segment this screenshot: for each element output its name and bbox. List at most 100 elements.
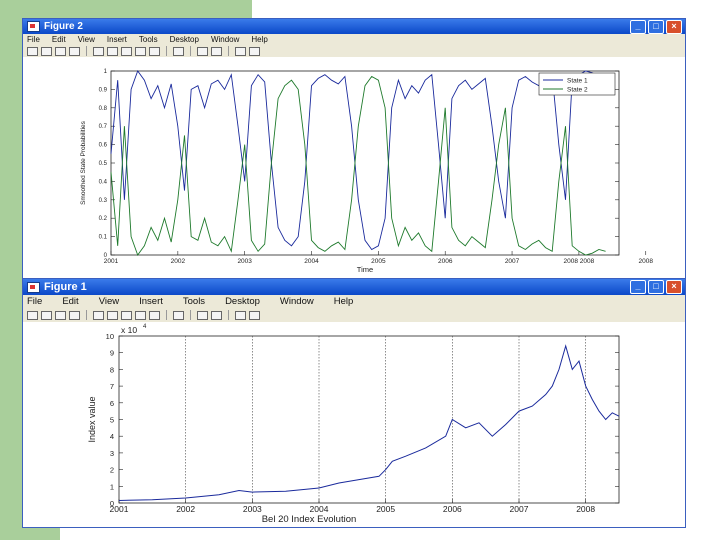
show-plot-tools-icon[interactable] <box>249 310 260 320</box>
x-tick-label: 2002 <box>176 504 195 514</box>
data-cursor-icon[interactable] <box>173 46 184 56</box>
menu-help[interactable]: Help <box>334 296 354 307</box>
x-tick-label: 2007 <box>505 258 520 265</box>
x-tick-label: 2001 <box>104 258 119 265</box>
zoom-in-icon[interactable] <box>107 310 118 320</box>
x-tick-label: 2002 <box>171 258 186 265</box>
menu-window[interactable]: Window <box>280 296 314 307</box>
matlab-figure-icon <box>27 21 40 32</box>
x-axis-label: Time <box>357 265 373 274</box>
menu-help[interactable]: Help <box>251 35 267 44</box>
matlab-figure-icon <box>27 281 40 293</box>
menu-edit[interactable]: Edit <box>62 296 78 307</box>
figure1-window: Figure 1 _ □ × File Edit View Insert Too… <box>22 278 686 528</box>
rotate-icon[interactable] <box>149 310 160 320</box>
close-icon[interactable]: × <box>666 20 682 34</box>
pan-icon[interactable] <box>135 310 146 320</box>
figure2-window: Figure 2 _ □ × File Edit View Insert Too… <box>22 18 686 280</box>
hide-plot-tools-icon[interactable] <box>235 310 246 320</box>
toolbar-separator <box>190 310 191 320</box>
menu-window[interactable]: Window <box>211 35 239 44</box>
rotate-icon[interactable] <box>149 46 160 56</box>
toolbar-separator <box>86 46 87 56</box>
legend-icon[interactable] <box>211 310 222 320</box>
colorbar-icon[interactable] <box>197 310 208 320</box>
menu-insert[interactable]: Insert <box>139 296 163 307</box>
menu-view[interactable]: View <box>99 296 119 307</box>
zoom-in-icon[interactable] <box>107 46 118 56</box>
save-icon[interactable] <box>55 46 66 56</box>
x-tick-label: 2005 <box>371 258 386 265</box>
menu-insert[interactable]: Insert <box>107 35 127 44</box>
toolbar-separator <box>228 310 229 320</box>
index-evolution-chart: 2001 2002 2003 2004 2005 2006 2007 200801234567… <box>87 324 620 525</box>
minimize-icon[interactable]: _ <box>630 280 646 294</box>
menu-edit[interactable]: Edit <box>52 35 66 44</box>
y-tick-label: 1 <box>110 482 114 491</box>
zoom-out-icon[interactable] <box>121 46 132 56</box>
x-tick-label: 2006 <box>443 504 462 514</box>
print-icon[interactable] <box>69 310 80 320</box>
y-tick-label: 3 <box>110 449 114 458</box>
menu-file[interactable]: File <box>27 296 42 307</box>
y-tick-label: 7 <box>110 382 114 391</box>
close-icon[interactable]: × <box>666 280 682 294</box>
new-figure-icon[interactable] <box>27 46 38 56</box>
save-icon[interactable] <box>55 310 66 320</box>
zoom-out-icon[interactable] <box>121 310 132 320</box>
menu-desktop[interactable]: Desktop <box>170 35 199 44</box>
figure1-menubar: File Edit View Insert Tools Desktop Wind… <box>23 295 685 308</box>
edit-plot-icon[interactable] <box>93 310 104 320</box>
y-tick-label: 0.9 <box>99 87 108 93</box>
menu-file[interactable]: File <box>27 35 40 44</box>
colorbar-icon[interactable] <box>197 46 208 56</box>
x-tick-label: 2006 <box>438 258 453 265</box>
menu-desktop[interactable]: Desktop <box>225 296 260 307</box>
y-tick-label: 10 <box>106 332 114 341</box>
y-tick-label: 0.5 <box>99 161 108 167</box>
x-tick-label: 2008 <box>639 258 654 265</box>
figure1-plot-area: 2001 2002 2003 2004 2005 2006 2007 2008 0 1 2 3 4 5 6 7… <box>23 322 685 527</box>
y-tick-label: 5 <box>110 416 114 425</box>
menu-tools[interactable]: Tools <box>183 296 205 307</box>
maximize-icon[interactable]: □ <box>648 280 664 294</box>
show-plot-tools-icon[interactable] <box>249 46 260 56</box>
edit-plot-icon[interactable] <box>93 46 104 56</box>
y-axis-label: Index value <box>87 396 97 442</box>
legend-icon[interactable] <box>211 46 222 56</box>
data-cursor-icon[interactable] <box>173 310 184 320</box>
y-tick-label: 4 <box>110 432 114 441</box>
pan-icon[interactable] <box>135 46 146 56</box>
minimize-icon[interactable]: _ <box>630 20 646 34</box>
figure1-titlebar[interactable]: Figure 1 _ □ × <box>23 279 685 295</box>
open-file-icon[interactable] <box>41 310 52 320</box>
x-axis-label: Bel 20 Index Evolution <box>262 514 357 525</box>
new-figure-icon[interactable] <box>27 310 38 320</box>
print-icon[interactable] <box>69 46 80 56</box>
y-tick-label: 1 <box>104 69 108 75</box>
y-tick-label: 0.8 <box>99 106 108 112</box>
slide-accent-left <box>0 18 22 540</box>
maximize-icon[interactable]: □ <box>648 20 664 34</box>
y-tick-label: 0.3 <box>99 198 108 204</box>
open-file-icon[interactable] <box>41 46 52 56</box>
figure2-titlebar[interactable]: Figure 2 _ □ × <box>23 19 685 34</box>
hide-plot-tools-icon[interactable] <box>235 46 246 56</box>
figure1-window-controls: _ □ × <box>630 280 682 294</box>
toolbar-separator <box>228 46 229 56</box>
figure2-menubar: File Edit View Insert Tools Desktop Wind… <box>23 34 685 45</box>
y-tick-label: 0.2 <box>99 216 108 222</box>
menu-view[interactable]: View <box>78 35 95 44</box>
x-tick-label: 2004 <box>310 504 329 514</box>
menu-tools[interactable]: Tools <box>139 35 158 44</box>
y-axis-label: Smoothed State Probabilities <box>80 120 87 205</box>
figure1-toolbar <box>23 308 685 323</box>
toolbar-separator <box>166 310 167 320</box>
x-tick-label: 2008 2008 <box>564 258 595 265</box>
toolbar-separator <box>86 310 87 320</box>
y-tick-label: 9 <box>110 349 114 358</box>
y-tick-label: 0 <box>110 499 114 508</box>
y-tick-label: 8 <box>110 365 114 374</box>
y-tick-label: 0.1 <box>99 235 108 241</box>
toolbar-separator <box>190 46 191 56</box>
